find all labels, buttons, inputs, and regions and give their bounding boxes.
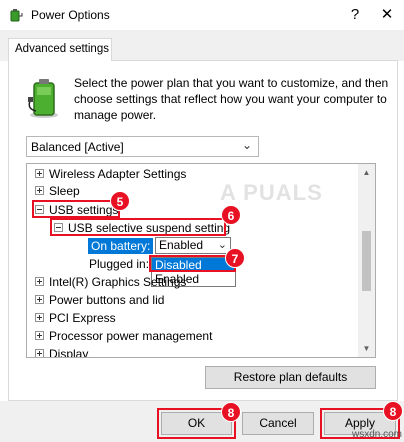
cancel-button[interactable]: Cancel (242, 412, 314, 435)
watermark-logo: A PUALS (220, 180, 323, 205)
tree-item-usb-selective-suspend[interactable]: USB selective suspend setting (54, 220, 230, 236)
close-button[interactable]: ✕ (370, 0, 404, 31)
chevron-down-icon: ⌄ (241, 138, 252, 152)
expand-icon[interactable] (35, 349, 44, 357)
tree-item-label: Power buttons and lid (49, 293, 165, 307)
help-button[interactable]: ? (338, 0, 372, 31)
tree-item-sleep[interactable]: Sleep (35, 183, 80, 199)
collapse-icon[interactable] (35, 205, 44, 215)
tree-item-label: Sleep (49, 184, 80, 198)
expand-icon[interactable] (35, 313, 44, 323)
expand-icon[interactable] (35, 331, 44, 341)
tree-item-intel-graphics[interactable]: Intel(R) Graphics Settings (35, 274, 186, 290)
tree-item-label: Intel(R) Graphics Settings (49, 275, 187, 289)
tree-item-label: USB settings (49, 203, 119, 217)
tree-item-label: Processor power management (49, 329, 213, 343)
scroll-up-icon[interactable]: ▲ (358, 164, 375, 181)
power-plan-value: Balanced [Active] (31, 140, 124, 154)
step-badge-8-apply: 8 (383, 401, 403, 421)
description-text: Select the power plan that you want to c… (74, 76, 389, 122)
step-badge-8-ok: 8 (221, 402, 241, 422)
scroll-thumb[interactable] (362, 231, 371, 291)
on-battery-select[interactable]: Enabled ⌄ (155, 237, 231, 254)
tree-item-display[interactable]: Display (35, 346, 89, 358)
on-battery-label: On battery: (88, 238, 154, 254)
step-badge-6: 6 (221, 205, 241, 225)
power-plan-select[interactable]: Balanced [Active] ⌄ (26, 136, 259, 157)
expand-icon[interactable] (35, 277, 44, 287)
tree-item-pci-express[interactable]: PCI Express (35, 310, 116, 326)
collapse-icon[interactable] (54, 223, 63, 233)
tree-item-label: PCI Express (49, 311, 116, 325)
tree-item-label: USB selective suspend setting (68, 221, 231, 235)
settings-tree[interactable]: Wireless Adapter Settings Sleep USB sett… (26, 163, 376, 358)
tree-scrollbar[interactable]: ▲ ▼ (358, 164, 375, 357)
battery-icon (28, 79, 58, 118)
plugged-in-label: Plugged in: (89, 257, 150, 271)
tree-item-label: Wireless Adapter Settings (49, 167, 187, 181)
tree-item-label: Display (49, 347, 89, 358)
title-bar: Power Options ? ✕ (0, 0, 404, 31)
tree-item-usb-settings[interactable]: USB settings (35, 202, 118, 218)
tree-item-power-buttons[interactable]: Power buttons and lid (35, 292, 164, 308)
expand-icon[interactable] (35, 169, 44, 179)
window-title: Power Options (31, 8, 110, 22)
step-badge-5: 5 (110, 191, 130, 211)
on-battery-value: Enabled (159, 238, 204, 252)
chevron-down-icon: ⌄ (217, 239, 227, 251)
tree-item-wireless[interactable]: Wireless Adapter Settings (35, 166, 186, 182)
step-badge-7: 7 (225, 248, 245, 268)
site-watermark: wsxdn.com (351, 429, 402, 440)
restore-plan-defaults-button[interactable]: Restore plan defaults (205, 366, 376, 389)
power-options-icon (10, 9, 23, 22)
tree-item-processor[interactable]: Processor power management (35, 328, 212, 344)
scroll-down-icon[interactable]: ▼ (358, 340, 375, 357)
expand-icon[interactable] (35, 186, 44, 196)
tab-advanced-settings[interactable]: Advanced settings (8, 38, 112, 61)
expand-icon[interactable] (35, 295, 44, 305)
dropdown-option-disabled[interactable]: Disabled (152, 258, 235, 272)
